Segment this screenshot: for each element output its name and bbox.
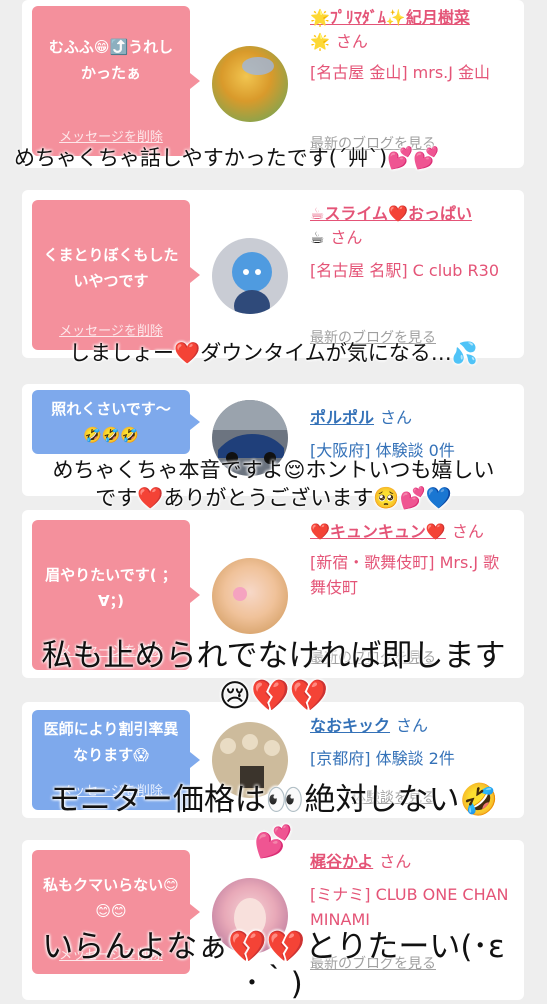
caption-overlay: 😢💔💔 — [218, 678, 329, 714]
shop-location: [名古屋 金山] mrs.J 金山 — [310, 63, 491, 82]
shop-location: [新宿・歌舞伎町] Mrs.J 歌舞伎町 — [310, 553, 500, 597]
avatar-image — [242, 57, 274, 75]
honorific: さん — [396, 716, 429, 735]
caption-overlay: しましょー❤️ダウンタイムが気になる…💦 — [69, 341, 478, 365]
message-card: くまとりぼくもしたいやつです メッセージを削除 ☕スライム❤️おっぱい ☕ さん … — [22, 190, 524, 358]
profile-name-link[interactable]: ☕スライム❤️おっぱい — [310, 204, 472, 223]
honorific: さん — [380, 408, 413, 427]
caption-overlay: めちゃくちゃ話しやすかったです(´艸`)💕💕 — [14, 146, 440, 170]
caption-overlay: 私も止められでなければ即します — [41, 638, 506, 674]
message-bubble: くまとりぼくもしたいやつです メッセージを削除 — [32, 200, 200, 350]
message-text: くまとりぼくもしたいやつです — [43, 246, 179, 290]
caption-overlay: モニター価格は👀絶対しない🤣 — [48, 782, 499, 818]
name-emoji: 🌟 — [310, 32, 330, 51]
profile-name-link[interactable]: なおキック — [310, 716, 390, 735]
caption-overlay: いらんよなぁ💔💔とりたーい(･ε — [42, 929, 505, 965]
avatar-image — [232, 252, 272, 314]
caption-overlay: めちゃくちゃ本音ですよ😌ホントいつも嬉しい — [52, 458, 495, 482]
message-text: 眉やりたいです( ；∀；) — [45, 566, 177, 610]
message-bubble: 照れくさいです〜🤣🤣🤣 — [32, 390, 200, 454]
profile-info: 🌟ﾌﾟﾘﾏﾀﾞﾑ✨紀月樹菜 🌟 さん [名古屋 金山] mrs.J 金山 — [310, 6, 515, 85]
profile-info: なおキック さん [京都府] 体験談 2件 — [310, 714, 515, 771]
profile-name-link[interactable]: ポルポル — [310, 408, 374, 427]
caption-overlay: ･｀) — [244, 966, 303, 1002]
caption-overlay: です❤️ありがとうございます🥺💕💙 — [95, 486, 452, 510]
honorific: さん — [335, 32, 368, 51]
profile-info: ❤️キュンキュン❤️ さん [新宿・歌舞伎町] Mrs.J 歌舞伎町 — [310, 520, 515, 600]
shop-location: [ミナミ] CLUB ONE CHAN MINAMI — [310, 885, 509, 929]
message-text: 照れくさいです〜🤣🤣🤣 — [51, 400, 171, 444]
name-emoji: ☕ — [310, 228, 325, 247]
avatar[interactable] — [212, 238, 288, 314]
honorific: さん — [451, 522, 484, 541]
caption-overlay: 💕 — [254, 824, 293, 860]
avatar[interactable] — [212, 46, 288, 122]
message-bubble: むふふ😁⤴️うれしかったぁ メッセージを削除 — [32, 6, 200, 156]
honorific: さん — [330, 228, 363, 247]
profile-name-link[interactable]: ❤️キュンキュン❤️ — [310, 522, 446, 541]
message-text: 医師により割引率異なります😱 — [43, 720, 179, 764]
profile-info: 梶谷かよ さん [ミナミ] CLUB ONE CHAN MINAMI — [310, 850, 515, 932]
shop-location: [京都府] 体験談 2件 — [310, 749, 455, 768]
message-text: むふふ😁⤴️うれしかったぁ — [48, 38, 174, 82]
shop-location: [名古屋 名駅] C club R30 — [310, 261, 500, 280]
avatar[interactable] — [212, 558, 288, 634]
profile-info: ☕スライム❤️おっぱい ☕ さん [名古屋 名駅] C club R30 — [310, 202, 515, 283]
avatar-image — [233, 587, 247, 601]
profile-name-link[interactable]: 🌟ﾌﾟﾘﾏﾀﾞﾑ✨紀月樹菜 — [310, 8, 470, 27]
